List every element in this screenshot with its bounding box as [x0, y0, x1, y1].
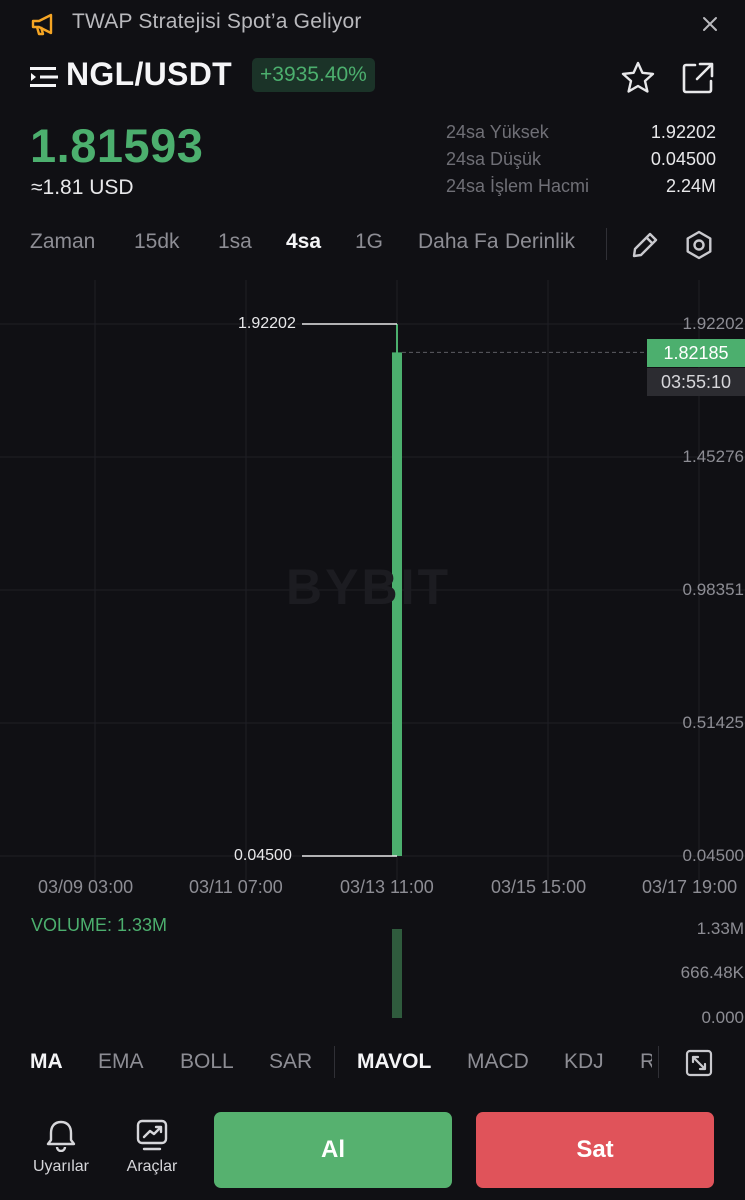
chart-tools-icon — [136, 1119, 168, 1151]
timeframe-15dk[interactable]: 15dk — [134, 230, 180, 254]
last-price: 1.81593 — [30, 119, 204, 172]
volume-axis-tick-label: 0.000 — [701, 1008, 744, 1027]
indicator-boll[interactable]: BOLL — [180, 1050, 234, 1074]
indicator-bar: MA EMA BOLL SAR MAVOL MACD KDJ RSI — [0, 1040, 745, 1086]
y-axis-tick-label: 1.45276 — [682, 447, 744, 466]
buy-button[interactable]: Al — [214, 1112, 452, 1188]
pair-name[interactable]: NGL/USDT — [66, 56, 232, 93]
pair-header: NGL/USDT +3935.40% — [0, 56, 745, 98]
current-price-tag: 1.82185 — [647, 339, 745, 367]
settings-gear-icon[interactable] — [684, 230, 714, 260]
y-axis-tick-label: 0.98351 — [682, 580, 744, 599]
exchange-watermark: BYBIT — [286, 559, 451, 615]
megaphone-icon — [31, 13, 53, 36]
indicator-mavol[interactable]: MAVOL — [357, 1050, 431, 1074]
tools-label: Araçlar — [126, 1158, 178, 1175]
timeframe-1g[interactable]: 1G — [355, 230, 383, 254]
y-axis-tick-label: 1.92202 — [682, 314, 744, 333]
depth-tab[interactable]: Derinlik — [503, 230, 576, 254]
volume-axis-tick-label: 666.48K — [680, 963, 744, 983]
alerts-button[interactable]: Uyarılar — [26, 1118, 96, 1188]
bell-icon — [46, 1120, 76, 1152]
indicator-sar[interactable]: SAR — [269, 1050, 312, 1074]
stat-label: 24sa İşlem Hacmi — [446, 176, 590, 196]
x-axis-tick-label: 03/17 19:00 — [642, 877, 738, 897]
timeframe-time[interactable]: Zaman — [30, 230, 95, 254]
pair-list-icon[interactable] — [30, 65, 60, 89]
volume-bar — [392, 929, 402, 1018]
indicator-ma[interactable]: MA — [30, 1050, 63, 1074]
sell-button[interactable]: Sat — [476, 1112, 714, 1188]
x-axis-tick-label: 03/11 07:00 — [189, 877, 283, 897]
y-axis-tick-label: 0.04500 — [682, 846, 744, 865]
divider — [658, 1046, 659, 1078]
x-axis-tick-label: 03/13 11:00 — [340, 877, 434, 897]
alerts-label: Uyarılar — [32, 1158, 89, 1175]
pencil-icon[interactable] — [630, 230, 660, 260]
indicator-kdj[interactable]: KDJ — [564, 1050, 604, 1074]
bottom-action-bar: Uyarılar Araçlar Al Sat — [0, 1100, 745, 1200]
announcement-banner[interactable]: TWAP Stratejisi Spot’a Geliyor — [0, 0, 745, 48]
stat-value: 0.04500 — [650, 149, 716, 169]
indicator-rsi[interactable]: RSI — [640, 1050, 652, 1074]
x-axis-tick-label: 03/15 15:00 — [491, 877, 587, 897]
stat-low: 24sa Düşük 0.04500 — [446, 147, 716, 174]
stat-label: 24sa Yüksek — [446, 122, 549, 142]
y-axis-tick-label: 0.51425 — [682, 713, 744, 732]
divider — [606, 228, 607, 260]
volume-axis-tick-label: 1.33M — [696, 919, 744, 938]
timeframe-4sa[interactable]: 4sa — [286, 230, 321, 254]
timeframe-bar: Zaman 15dk 1sa 4sa 1G Daha Fazla Derinli… — [0, 222, 745, 264]
low-price-marker: 0.04500 — [234, 847, 292, 864]
share-icon[interactable] — [680, 60, 716, 96]
stat-value: 1.92202 — [650, 122, 716, 142]
indicator-macd[interactable]: MACD — [467, 1050, 529, 1074]
indicator-ema[interactable]: EMA — [98, 1050, 144, 1074]
change-badge: +3935.40% — [252, 58, 375, 92]
banner-text[interactable]: TWAP Stratejisi Spot’a Geliyor — [72, 10, 362, 34]
stat-label: 24sa Düşük — [446, 149, 542, 169]
volume-title: VOLUME: 1.33M — [31, 915, 168, 935]
stat-value: 2.24M — [665, 176, 716, 196]
divider — [334, 1046, 335, 1078]
high-price-marker: 1.92202 — [238, 315, 296, 332]
x-axis-tick-label: 03/09 03:00 — [38, 877, 134, 897]
close-icon[interactable] — [700, 14, 720, 34]
favorite-star-icon[interactable] — [620, 60, 656, 96]
candle-countdown: 03:55:10 — [647, 368, 745, 396]
stats-panel: 24sa Yüksek 1.92202 24sa Düşük 0.04500 2… — [446, 120, 716, 201]
more-timeframes[interactable]: Daha Fazla — [418, 230, 498, 254]
stat-volume: 24sa İşlem Hacmi 2.24M — [446, 174, 716, 201]
timeframe-1sa[interactable]: 1sa — [218, 230, 252, 254]
usd-price: ≈1.81 USD — [31, 176, 134, 199]
stat-high: 24sa Yüksek 1.92202 — [446, 120, 716, 147]
fullscreen-icon[interactable] — [684, 1048, 714, 1078]
tools-button[interactable]: Araçlar — [117, 1118, 187, 1188]
